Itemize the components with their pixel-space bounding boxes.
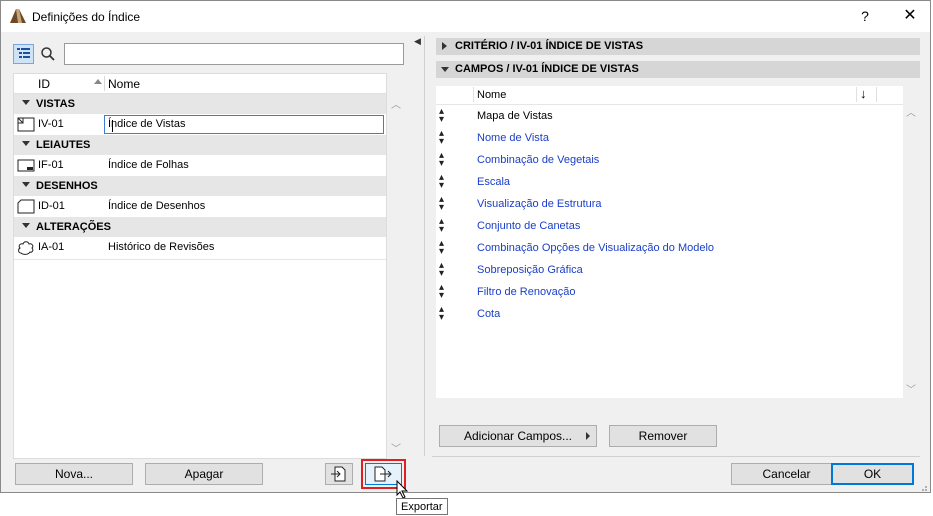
tree-list-icon (17, 48, 30, 58)
field-name: Filtro de Renovação (477, 286, 576, 298)
drag-handle-icon[interactable]: ▴ ▾ (439, 217, 444, 235)
group-vistas[interactable]: VISTAS (14, 94, 386, 114)
field-row[interactable]: ▴ ▾ Nome de Vista (436, 127, 903, 149)
chevron-down-icon (22, 223, 30, 228)
chevron-down-icon (22, 182, 30, 187)
column-header-name[interactable]: Nome (477, 89, 506, 101)
group-leiautes[interactable]: LEIAUTES (14, 135, 386, 155)
field-name: Nome de Vista (477, 132, 549, 144)
group-desenhos[interactable]: DESENHOS (14, 176, 386, 196)
sort-order-icon[interactable]: ↓ (860, 86, 867, 101)
column-header-id[interactable]: ID (38, 77, 50, 91)
list-item[interactable]: IF-01 Índice de Folhas (14, 155, 386, 176)
drag-handle-icon[interactable]: ▴ ▾ (439, 239, 444, 257)
submenu-arrow-icon (586, 432, 590, 440)
field-name: Mapa de Vistas (477, 110, 553, 122)
scroll-down-arrow[interactable]: ﹀ (391, 440, 401, 455)
field-row[interactable]: ▴ ▾ Sobreposição Gráfica (436, 259, 903, 281)
scroll-down-arrow[interactable]: ﹀ (906, 381, 916, 396)
name-edit-field[interactable]: Índice de Vistas (104, 115, 384, 134)
list-item[interactable]: IA-01 Histórico de Revisões (14, 237, 386, 258)
new-button[interactable]: Nova... (15, 463, 133, 485)
window-title: Definições do Índice (32, 10, 141, 24)
list-header: ID Nome (14, 74, 386, 94)
drag-handle-icon[interactable]: ▴ ▾ (439, 151, 444, 169)
field-name: Combinação de Vegetais (477, 154, 600, 166)
list-view-toggle[interactable] (13, 44, 34, 64)
scroll-up-arrow[interactable]: ︿ (906, 104, 916, 119)
view-sheet-icon (17, 117, 35, 132)
field-row[interactable]: ▴ ▾ Conjunto de Canetas (436, 215, 903, 237)
criteria-section-header[interactable]: CRITÉRIO / IV-01 ÍNDICE DE VISTAS (436, 38, 920, 55)
delete-button[interactable]: Apagar (145, 463, 263, 485)
field-row[interactable]: ▴ ▾ Filtro de Renovação (436, 281, 903, 303)
revision-cloud-icon (18, 241, 34, 255)
add-fields-button[interactable]: Adicionar Campos... (439, 425, 597, 447)
search-input[interactable] (64, 43, 404, 65)
fields-header: Nome ↓ (436, 86, 903, 105)
group-alteracoes[interactable]: ALTERAÇÕES (14, 217, 386, 237)
title-bar: Definições do Índice ? ✕ (1, 1, 930, 32)
search-icon (41, 47, 55, 61)
import-icon (331, 466, 346, 482)
drawing-icon (17, 199, 35, 214)
sort-ascending-icon (94, 79, 102, 84)
chevron-down-icon (22, 141, 30, 146)
field-name: Conjunto de Canetas (477, 220, 581, 232)
field-name: Escala (477, 176, 511, 188)
fields-list: Nome ↓ ▴ ▾ Mapa de Vistas ▴ ▾ Nome de Vista ▴ ▾… (436, 86, 903, 398)
list-item[interactable]: IV-01 Índice de Vistas (14, 114, 386, 135)
drag-handle-icon[interactable]: ▴ ▾ (439, 173, 444, 191)
mouse-cursor-icon (396, 480, 409, 499)
import-button[interactable] (325, 463, 353, 485)
help-button[interactable]: ? (853, 6, 877, 26)
drag-handle-icon[interactable]: ▴ ▾ (439, 195, 444, 213)
field-name: Visualização de Estrutura (477, 198, 602, 210)
field-row[interactable]: ▴ ▾ Mapa de Vistas (436, 105, 903, 127)
chevron-down-icon (22, 100, 30, 105)
list-item[interactable]: ID-01 Índice de Desenhos (14, 196, 386, 217)
field-name: Combinação Opções de Visualização do Mod… (477, 242, 715, 254)
drag-handle-icon[interactable]: ▴ ▾ (439, 261, 444, 279)
field-row[interactable]: ▴ ▾ Combinação de Vegetais (436, 149, 903, 171)
layout-icon (17, 159, 35, 172)
drag-handle-icon[interactable]: ▴ ▾ (439, 283, 444, 301)
resize-grip-icon[interactable] (918, 482, 928, 492)
index-list: ID Nome VISTAS IV-01 Índice de Vistas LE… (13, 73, 387, 459)
field-row[interactable]: ▴ ▾ Escala (436, 171, 903, 193)
collapse-panel-arrow[interactable]: ◀ (414, 36, 421, 47)
drag-handle-icon[interactable]: ▴ ▾ (439, 129, 444, 147)
scroll-up-arrow[interactable]: ︿ (391, 96, 401, 111)
app-icon (10, 9, 26, 23)
drag-handle-icon[interactable]: ▴ ▾ (439, 107, 444, 125)
close-button[interactable]: ✕ (896, 6, 924, 26)
column-header-name[interactable]: Nome (108, 77, 140, 91)
field-name: Sobreposição Gráfica (477, 264, 583, 276)
drag-handle-icon[interactable]: ▴ ▾ (439, 305, 444, 323)
remove-button[interactable]: Remover (609, 425, 717, 447)
field-name: Cota (477, 308, 501, 320)
chevron-down-icon (441, 67, 449, 72)
export-tooltip: Exportar (396, 498, 448, 515)
field-row[interactable]: ▴ ▾ Combinação Opções de Visualização do M… (436, 237, 903, 259)
ok-button[interactable]: OK (831, 463, 914, 485)
field-row[interactable]: ▴ ▾ Cota (436, 303, 903, 325)
fields-section-header[interactable]: CAMPOS / IV-01 ÍNDICE DE VISTAS (436, 61, 920, 78)
chevron-right-icon (442, 42, 447, 50)
cancel-button[interactable]: Cancelar (731, 463, 842, 485)
field-row[interactable]: ▴ ▾ Visualização de Estrutura (436, 193, 903, 215)
